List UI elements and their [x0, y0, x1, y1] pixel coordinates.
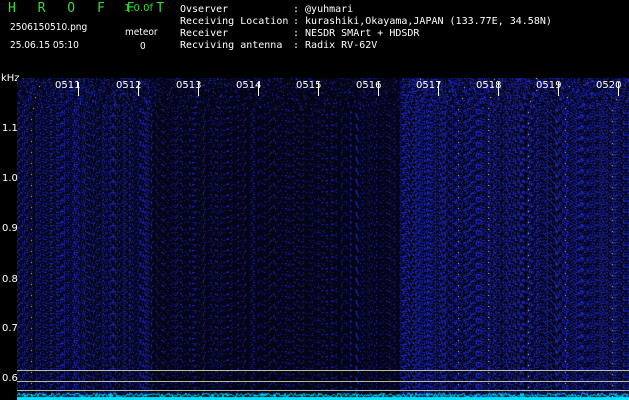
x-tick-mark	[618, 82, 619, 96]
meteor-label: meteor	[125, 27, 158, 38]
x-tick-mark	[258, 82, 259, 96]
y-tick-label: 0.7	[2, 323, 18, 334]
x-tick-mark	[558, 82, 559, 96]
meteor-count: 0	[140, 41, 146, 52]
app-version: 1.0.0f	[124, 3, 153, 14]
x-tick-mark	[198, 82, 199, 96]
y-tick-label: 1.0	[2, 173, 18, 184]
capture-datetime: 25.06.15 05:10	[10, 40, 79, 51]
y-tick-label: 0.8	[2, 274, 18, 285]
header-panel: H R O F F T 1.0.0f 2506150510.png 25.06.…	[0, 0, 629, 72]
x-tick-mark	[438, 82, 439, 96]
station-info-row: Recviving antenna: Radix RV-62V	[180, 40, 378, 51]
station-info-row: Ovserver: @yuhmari	[180, 4, 354, 15]
station-info-row: Receiver: NESDR SMArt + HDSDR	[180, 28, 420, 39]
spectrogram-plot	[17, 78, 629, 400]
x-tick-mark	[138, 82, 139, 96]
y-tick-label: 0.6	[2, 373, 18, 384]
y-tick-label: 1.1	[2, 123, 18, 134]
x-tick-label: 0511	[55, 80, 81, 91]
y-tick-label: 0.9	[2, 223, 18, 234]
station-info-row: Receiving Location: kurashiki,Okayama,JA…	[180, 16, 552, 27]
x-tick-mark	[378, 82, 379, 96]
x-tick-mark	[78, 82, 79, 96]
reference-line	[17, 381, 629, 382]
image-filename: 2506150510.png	[10, 22, 88, 33]
reference-line	[17, 390, 629, 391]
x-tick-mark	[318, 82, 319, 96]
spectrogram-canvas	[17, 78, 629, 400]
reference-line	[17, 370, 629, 371]
x-tick-mark	[498, 82, 499, 96]
station-info: Ovserver: @yuhmari Receiving Location: k…	[180, 4, 552, 52]
